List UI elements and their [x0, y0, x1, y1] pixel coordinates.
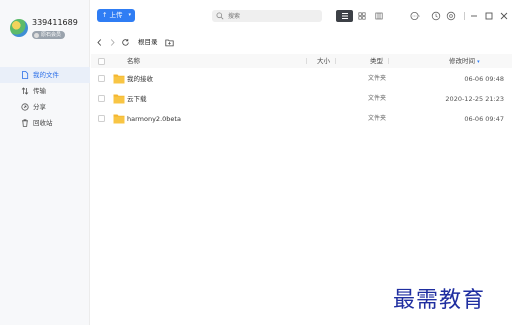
table-row[interactable]: 我的接收 文件夹 06-06 09:48: [91, 69, 512, 89]
sidebar-item-my-files[interactable]: 我的文件: [0, 67, 90, 83]
sidebar-item-label: 我的文件: [33, 71, 59, 79]
help-icon[interactable]: [431, 11, 441, 21]
search-box[interactable]: [212, 10, 322, 22]
file-type: 文件夹: [368, 75, 387, 82]
more-options-icon[interactable]: [410, 11, 420, 21]
back-icon[interactable]: [95, 38, 104, 47]
close-icon[interactable]: [499, 11, 509, 21]
search-input[interactable]: [228, 10, 318, 22]
watermark-text: 最需教育: [393, 288, 486, 313]
column-modified[interactable]: 修改时间 ▾: [449, 54, 480, 69]
list-icon: [341, 13, 348, 19]
badge-icon: [34, 32, 39, 38]
upload-button[interactable]: ↑ 上传 ▾: [97, 9, 135, 22]
file-icon: [21, 71, 29, 79]
file-modified: 06-06 09:47: [464, 115, 504, 123]
window-controls-divider: [464, 12, 465, 20]
row-checkbox[interactable]: [98, 95, 105, 102]
file-name[interactable]: 我的接收: [127, 69, 153, 89]
member-badge-label: 原石会员: [41, 32, 62, 38]
upload-icon: ↑: [102, 11, 108, 19]
settings-icon[interactable]: [446, 11, 456, 21]
sidebar-item-trash[interactable]: 回收站: [0, 115, 90, 131]
username: 339411689: [32, 18, 78, 27]
column-divider: [388, 58, 389, 64]
column-divider: [335, 58, 336, 64]
member-badge[interactable]: 原石会员: [32, 31, 66, 39]
sidebar-item-label: 传输: [33, 87, 46, 95]
column-modified-label: 修改时间: [449, 57, 475, 65]
avatar[interactable]: [10, 19, 28, 37]
share-icon: [21, 103, 29, 111]
minimize-icon[interactable]: [469, 11, 479, 21]
file-table-header: 名称 大小 类型 修改时间 ▾: [91, 54, 512, 68]
column-type[interactable]: 类型: [370, 54, 383, 68]
sidebar-item-transfer[interactable]: 传输: [0, 83, 90, 99]
sidebar: 339411689 原石会员 我的文件 传输 分享 回收站: [0, 0, 90, 325]
select-all-checkbox[interactable]: [98, 57, 105, 65]
file-name[interactable]: 云下载: [127, 89, 147, 109]
new-folder-icon[interactable]: [165, 38, 174, 47]
sidebar-nav: 我的文件 传输 分享 回收站: [0, 67, 90, 131]
grid-view-button[interactable]: [353, 10, 370, 22]
row-checkbox[interactable]: [98, 115, 105, 122]
file-modified: 2020-12-25 21:23: [445, 95, 504, 103]
file-type: 文件夹: [368, 115, 387, 122]
folder-icon: [113, 93, 125, 104]
transfer-icon: [21, 87, 29, 95]
row-checkbox[interactable]: [98, 75, 105, 82]
table-row[interactable]: harmony2.0beta 文件夹 06-06 09:47: [91, 109, 512, 129]
preview-view-button[interactable]: [370, 10, 387, 22]
maximize-icon[interactable]: [484, 11, 494, 21]
refresh-icon[interactable]: [121, 38, 130, 47]
folder-icon: [113, 73, 125, 84]
file-name[interactable]: harmony2.0beta: [127, 109, 181, 129]
forward-icon[interactable]: [108, 38, 117, 47]
column-divider: [306, 58, 307, 64]
sidebar-item-share[interactable]: 分享: [0, 99, 90, 115]
columns-icon: [374, 12, 383, 20]
column-name[interactable]: 名称: [127, 54, 140, 68]
table-row[interactable]: 云下载 文件夹 2020-12-25 21:23: [91, 89, 512, 109]
sort-desc-icon: ▾: [477, 59, 480, 65]
sidebar-item-label: 回收站: [33, 119, 53, 127]
column-size[interactable]: 大小: [317, 54, 330, 68]
file-modified: 06-06 09:48: [464, 75, 504, 83]
file-type: 文件夹: [368, 95, 387, 102]
folder-icon: [113, 113, 125, 124]
upload-label: 上传: [109, 11, 123, 19]
search-icon: [216, 12, 224, 20]
sidebar-item-label: 分享: [33, 103, 46, 111]
list-view-button[interactable]: [336, 10, 353, 22]
chevron-down-icon: ▾: [128, 12, 131, 18]
trash-icon: [21, 119, 29, 127]
breadcrumb-root[interactable]: 根目录: [138, 38, 158, 47]
grid-icon: [357, 12, 366, 20]
